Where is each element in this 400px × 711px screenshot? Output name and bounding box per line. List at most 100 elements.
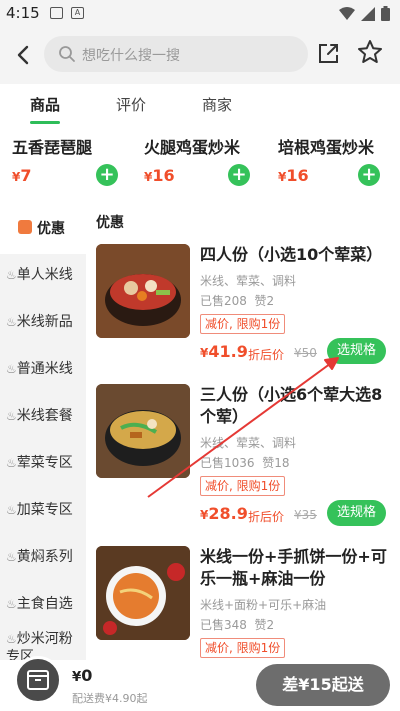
cart-button[interactable]: [14, 656, 62, 704]
recommended-row: 五香琵琶腿 ¥7 + 火腿鸡蛋炒米 ¥16 + 培根鸡蛋炒米 ¥16 +: [0, 126, 400, 198]
promo-badge: 减价, 限购1份: [200, 638, 286, 658]
sidebar-item-label: 米线套餐: [16, 408, 73, 424]
add-to-cart-button[interactable]: +: [96, 164, 118, 186]
product-item[interactable]: 米线一份+手抓饼一份+可乐一瓶+麻油一份 米线+面粉+可乐+麻油 已售348 赞…: [86, 546, 400, 660]
discount-label: 折后价: [248, 510, 285, 524]
status-time: 4:15: [6, 4, 40, 22]
steam-bowl-icon: ♨: [6, 550, 17, 564]
currency-symbol: ¥: [72, 670, 82, 685]
sidebar-item-label: 主食自选: [16, 596, 73, 612]
steam-bowl-icon: ♨: [6, 456, 17, 470]
tab-products[interactable]: 商品: [30, 94, 60, 115]
sidebar-item-label: 加菜专区: [16, 502, 73, 518]
signal-icon: [361, 6, 375, 21]
sidebar-item[interactable]: ♨米线新品: [6, 313, 86, 331]
product-description: 米线+面粉+可乐+麻油: [200, 598, 327, 612]
product-image: [96, 384, 190, 478]
checkout-button[interactable]: 差¥15起送: [256, 664, 390, 706]
cart-bar: ¥0 配送费¥4.90起 差¥15起送: [0, 656, 400, 711]
product-name: 三人份（小选6个荤大选8个荤）: [200, 385, 383, 426]
sidebar-item[interactable]: ♨单人米线: [6, 266, 86, 284]
category-sidebar: 优惠 ♨单人米线 ♨米线新品 ♨普通米线 ♨米线套餐 ♨荤菜专区 ♨加菜专区 ♨…: [0, 198, 86, 660]
battery-icon: [381, 6, 390, 21]
product-description: 米线、荤菜、调料: [200, 436, 297, 450]
search-bar[interactable]: 想吃什么搜一搜: [44, 36, 308, 72]
add-to-cart-button[interactable]: +: [358, 164, 380, 186]
select-spec-button[interactable]: 选规格: [326, 338, 386, 364]
tab-bar: 商品 评价 商家: [0, 84, 400, 126]
tab-merchant[interactable]: 商家: [202, 94, 232, 115]
recommended-item-name: 五香琵琶腿: [12, 138, 93, 157]
product-name: 米线一份+手抓饼一份+可乐一瓶+麻油一份: [200, 547, 387, 588]
sidebar-item[interactable]: ♨主食自选: [6, 595, 86, 613]
sidebar-item[interactable]: ♨荤菜专区: [6, 454, 86, 472]
search-icon: [59, 46, 75, 62]
sidebar-item[interactable]: ♨米线套餐: [6, 407, 86, 425]
recommended-item-name: 培根鸡蛋炒米: [278, 138, 375, 157]
favorite-star-icon[interactable]: [356, 38, 384, 66]
sidebar-item-label: 优惠: [37, 221, 65, 237]
recommended-item-price: 16: [286, 166, 309, 185]
like-count: 赞18: [262, 456, 290, 470]
product-price: 41.9: [208, 342, 248, 361]
cart-box-icon: [27, 670, 49, 690]
sold-count: 已售1036: [200, 456, 255, 470]
sidebar-item-label: 黄焖系列: [16, 549, 73, 565]
tab-reviews[interactable]: 评价: [116, 94, 146, 115]
product-name: 四人份（小选10个荤菜）: [200, 245, 383, 264]
like-count: 赞2: [254, 294, 275, 308]
recommended-item[interactable]: 五香琵琶腿 ¥7 +: [12, 134, 132, 194]
status-bar: 4:15 A: [0, 0, 400, 28]
steam-bowl-icon: ♨: [6, 632, 17, 646]
product-price: 28.9: [208, 504, 248, 523]
sidebar-item-discount[interactable]: 优惠: [0, 198, 86, 254]
sidebar-item-label: 单人米线: [16, 267, 73, 283]
original-price: ¥35: [294, 508, 317, 522]
steam-bowl-icon: ♨: [6, 409, 17, 423]
sidebar-item-label: 米线新品: [16, 314, 73, 330]
sidebar-item-label: 荤菜专区: [16, 455, 73, 471]
sold-count: 已售208: [200, 294, 247, 308]
add-to-cart-button[interactable]: +: [228, 164, 250, 186]
discount-tag-icon: [18, 220, 32, 234]
recommended-item[interactable]: 培根鸡蛋炒米 ¥16 +: [278, 134, 398, 194]
steam-bowl-icon: ♨: [6, 268, 17, 282]
product-image: [96, 244, 190, 338]
steam-bowl-icon: ♨: [6, 503, 17, 517]
recommended-item-price: 16: [152, 166, 175, 185]
recommended-item-name: 火腿鸡蛋炒米: [144, 138, 241, 157]
promo-badge: 减价, 限购1份: [200, 314, 286, 334]
like-count: 赞2: [254, 618, 275, 632]
sidebar-item[interactable]: ♨普通米线: [6, 360, 86, 378]
steam-bowl-icon: ♨: [6, 597, 17, 611]
sold-count: 已售348: [200, 618, 247, 632]
product-item[interactable]: 四人份（小选10个荤菜） 米线、荤菜、调料 已售208 赞2 减价, 限购1份 …: [86, 244, 400, 404]
product-description: 米线、荤菜、调料: [200, 274, 297, 288]
cart-total: 0: [81, 666, 93, 685]
wifi-icon: [339, 6, 355, 20]
share-icon[interactable]: [316, 40, 342, 66]
back-arrow-icon[interactable]: [10, 40, 38, 70]
recommended-item[interactable]: 火腿鸡蛋炒米 ¥16 +: [144, 134, 264, 194]
section-title: 优惠: [96, 215, 124, 231]
original-price: ¥50: [294, 346, 317, 360]
select-spec-button[interactable]: 选规格: [326, 500, 386, 526]
sidebar-item-label: 普通米线: [16, 361, 73, 377]
sidebar-item[interactable]: ♨加菜专区: [6, 501, 86, 519]
sidebar-item[interactable]: ♨炒米河粉专区: [6, 630, 86, 660]
promo-badge: 减价, 限购1份: [200, 476, 286, 496]
gallery-notification-icon: [50, 7, 63, 19]
product-image: [96, 546, 190, 640]
sidebar-item[interactable]: ♨黄焖系列: [6, 548, 86, 566]
product-item[interactable]: 三人份（小选6个荤大选8个荤） 米线、荤菜、调料 已售1036 赞18 减价, …: [86, 384, 400, 544]
a-notification-icon: A: [71, 7, 84, 19]
product-list: 优惠 四人份（小选10个荤菜） 米线、荤菜、调料 已售208 赞2 减价, 限购…: [86, 198, 400, 660]
steam-bowl-icon: ♨: [6, 362, 17, 376]
steam-bowl-icon: ♨: [6, 315, 17, 329]
top-bar: 想吃什么搜一搜: [0, 28, 400, 84]
search-placeholder: 想吃什么搜一搜: [82, 48, 180, 64]
tab-active-indicator: [30, 121, 60, 124]
recommended-item-price: 7: [20, 166, 32, 185]
delivery-fee: 配送费¥4.90起: [72, 692, 148, 705]
discount-label: 折后价: [248, 348, 285, 362]
